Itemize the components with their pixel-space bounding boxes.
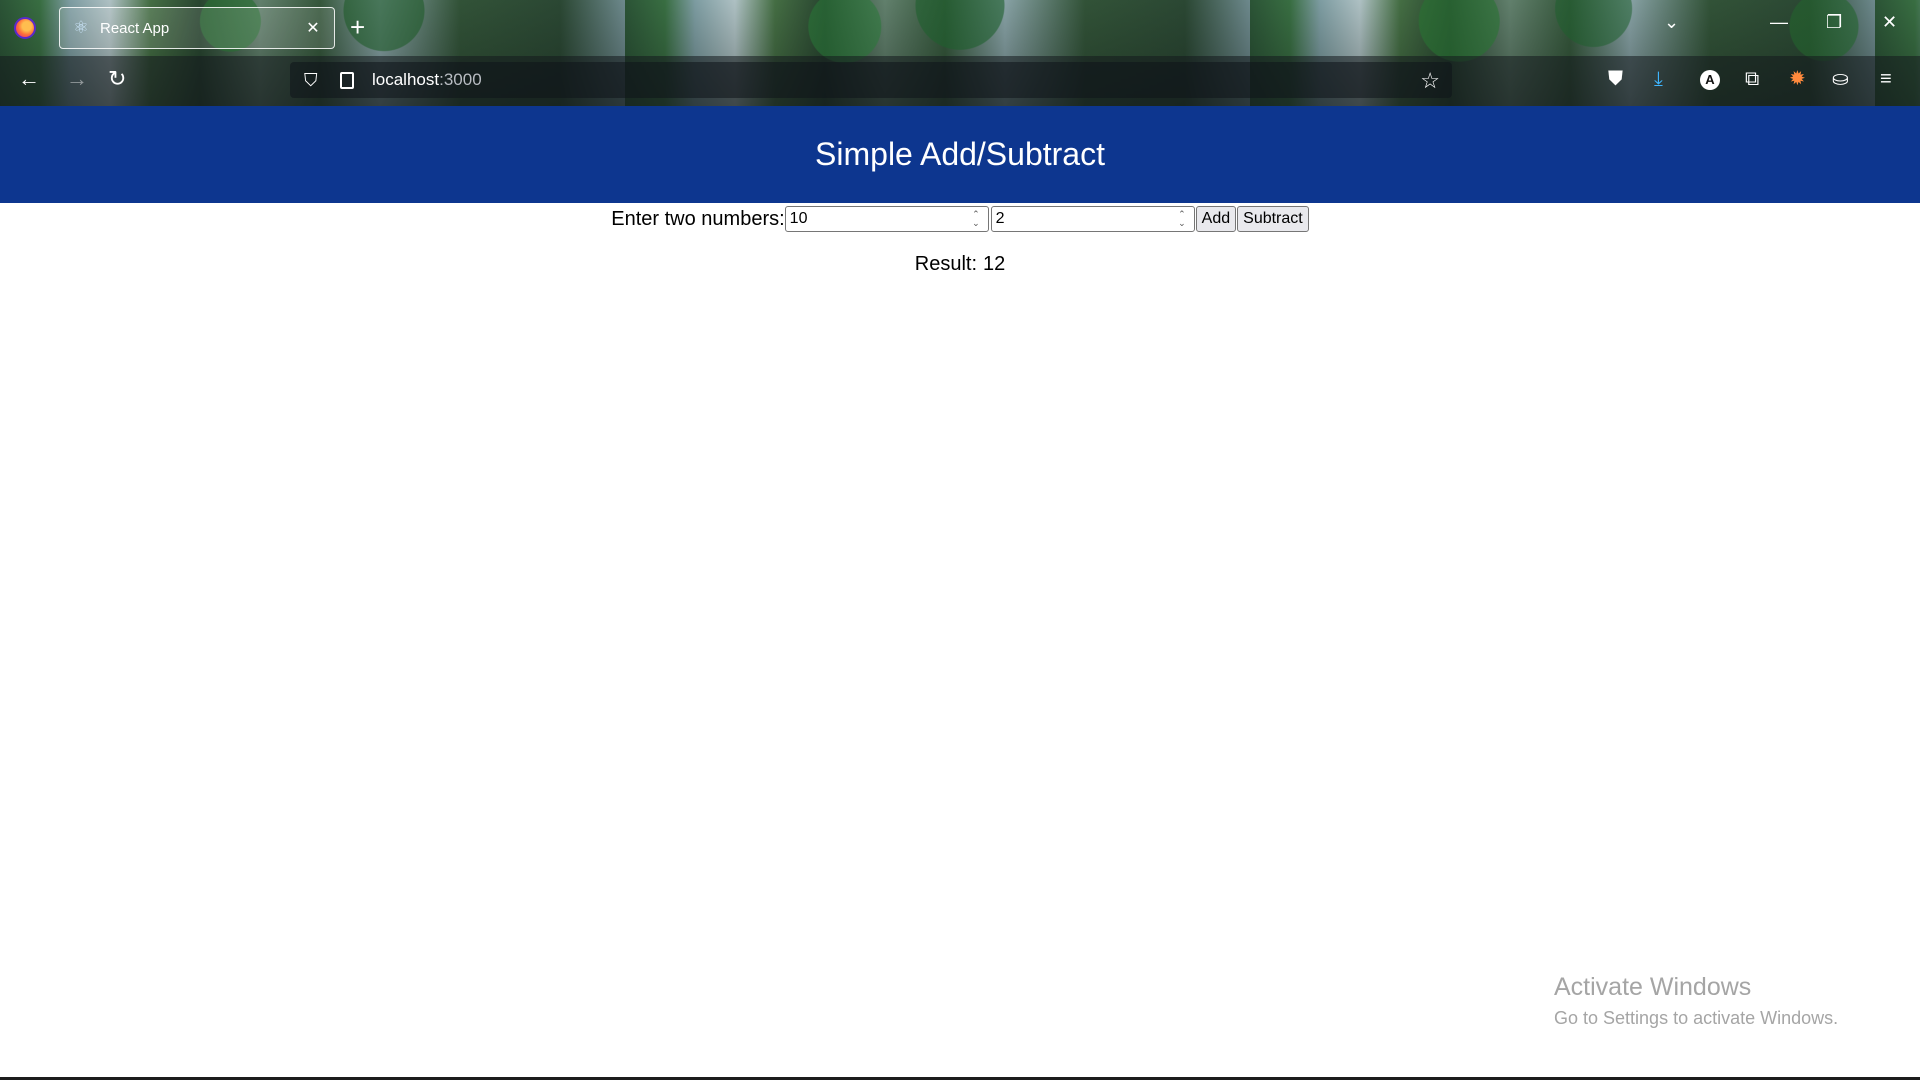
new-tab-button[interactable]: + — [350, 14, 365, 40]
url-bar[interactable]: ⛉ localhost :3000 ☆ — [290, 62, 1452, 98]
result-text: Result: 12 — [0, 253, 1920, 276]
windows-activation-watermark: Activate Windows Go to Settings to activ… — [1554, 973, 1838, 1029]
url-host: localhost — [372, 70, 440, 89]
number-form: Enter two numbers: 10 ⌃ ⌄ 2 ⌃ ⌄ Add Subtra… — [0, 205, 1920, 233]
extensions-icon[interactable]: ⧉ — [1745, 68, 1759, 90]
first-number-value: 10 — [789, 210, 808, 227]
tab-react-app[interactable]: ⚛ React App ✕ — [59, 7, 335, 49]
back-button[interactable]: ← — [18, 68, 40, 90]
bookmark-star-icon[interactable]: ☆ — [1420, 68, 1440, 94]
first-number-input[interactable]: 10 ⌃ ⌄ — [784, 206, 989, 232]
pocket-icon[interactable]: ⛊ — [1608, 68, 1623, 90]
browser-chrome: ⚛ React App ✕ + ⌄ — ❐ ✕ ← → ↻ ⛉ localhos… — [0, 0, 1920, 106]
second-number-input[interactable]: 2 ⌃ ⌄ — [990, 206, 1195, 232]
reload-button[interactable]: ↻ — [108, 68, 126, 90]
react-icon: ⚛ — [73, 18, 89, 37]
minimize-icon[interactable]: — — [1770, 12, 1788, 33]
restore-icon[interactable]: ❐ — [1826, 12, 1842, 33]
page-icon[interactable] — [340, 71, 354, 89]
shield-icon[interactable]: ⛉ — [304, 70, 324, 91]
spinner-icon[interactable]: ⌃ ⌄ — [972, 210, 984, 228]
extension-mask-icon[interactable]: ⛀ — [1832, 68, 1849, 90]
app-header: Simple Add/Subtract — [0, 106, 1920, 203]
result-label: Result: — [914, 253, 977, 275]
page-title: Simple Add/Subtract — [815, 136, 1105, 172]
forward-button[interactable]: → — [66, 68, 88, 90]
download-icon[interactable]: ⤓ — [1654, 68, 1663, 90]
extension-fox-icon[interactable]: ✹ — [1789, 68, 1806, 90]
firefox-logo-icon — [14, 17, 36, 39]
account-avatar-icon[interactable]: A — [1700, 70, 1720, 90]
prompt-label: Enter two numbers: — [611, 207, 785, 230]
close-window-icon[interactable]: ✕ — [1882, 12, 1897, 33]
close-icon[interactable]: ✕ — [304, 18, 322, 38]
tab-title: React App — [100, 19, 170, 37]
chevron-down-icon[interactable]: ⌄ — [1664, 12, 1679, 33]
second-number-value: 2 — [995, 210, 1005, 227]
result-value: 12 — [983, 253, 1006, 275]
watermark-title: Activate Windows — [1554, 973, 1752, 1001]
add-button[interactable]: Add — [1195, 206, 1237, 232]
url-port: :3000 — [439, 70, 482, 89]
subtract-button[interactable]: Subtract — [1237, 206, 1309, 232]
watermark-subtitle: Go to Settings to activate Windows. — [1554, 1008, 1839, 1028]
spinner-icon[interactable]: ⌃ ⌄ — [1178, 210, 1190, 228]
menu-icon[interactable]: ≡ — [1880, 68, 1892, 90]
